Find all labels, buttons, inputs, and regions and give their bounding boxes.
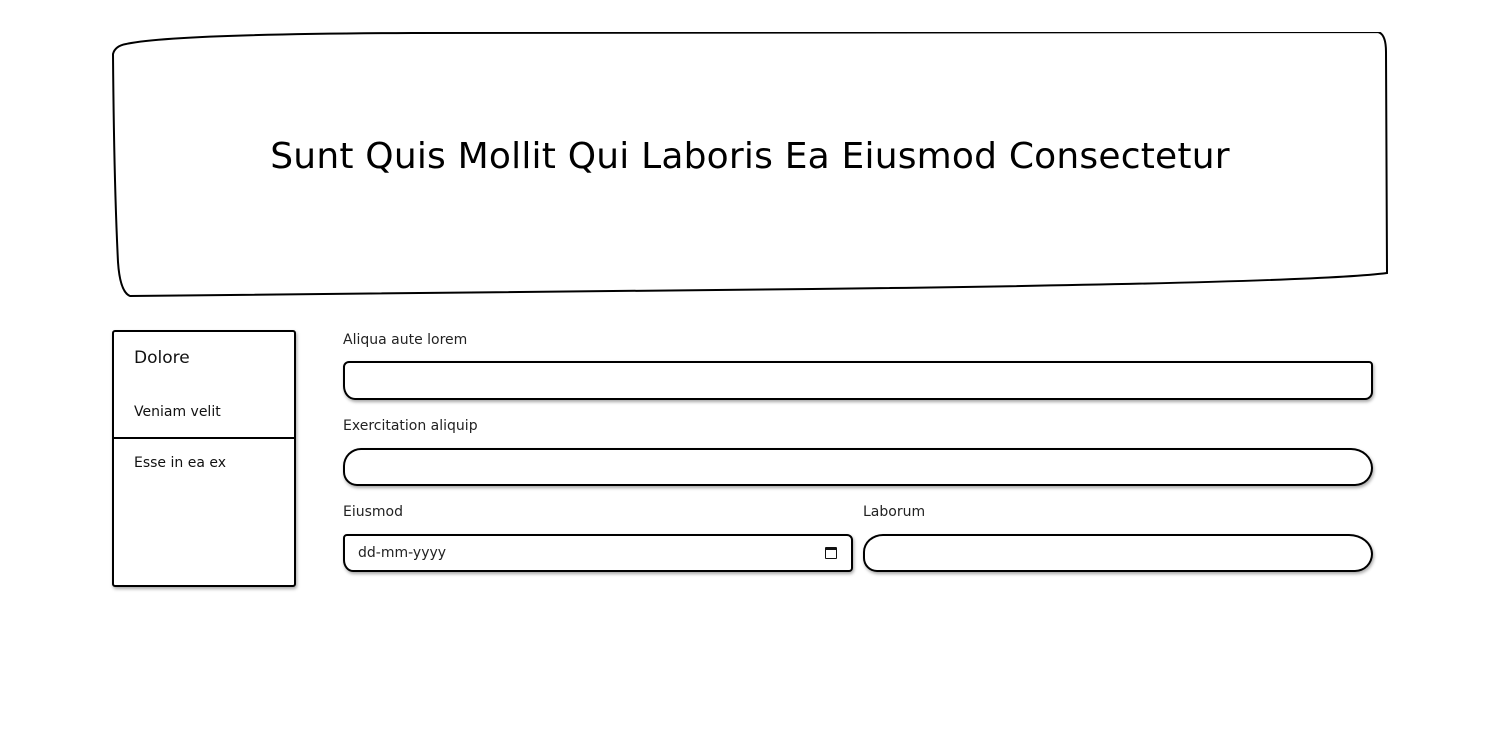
aliqua-aute-lorem-input[interactable] <box>345 363 1371 398</box>
sidebar-item-esse-in-ea-ex[interactable]: Esse in ea ex <box>134 455 226 471</box>
aliqua-aute-lorem-label: Aliqua aute lorem <box>343 332 468 348</box>
laborum-field[interactable] <box>863 534 1373 572</box>
eiusmod-label: Eiusmod <box>343 504 403 520</box>
calendar-icon[interactable] <box>825 547 837 559</box>
header-banner: Sunt Quis Mollit Qui Laboris Ea Eiusmod … <box>112 32 1388 297</box>
exercitation-aliquip-input[interactable] <box>345 450 1371 484</box>
date-placeholder: dd-mm-yyyy <box>358 545 447 561</box>
sidebar-item-veniam-velit[interactable]: Veniam velit <box>134 404 221 420</box>
eiusmod-date-field[interactable]: dd-mm-yyyy <box>343 534 853 572</box>
sidebar: Dolore Veniam velit Esse in ea ex <box>112 330 296 587</box>
page-title: Sunt Quis Mollit Qui Laboris Ea Eiusmod … <box>270 136 1230 177</box>
exercitation-aliquip-label: Exercitation aliquip <box>343 418 478 434</box>
sidebar-heading: Dolore <box>134 348 190 368</box>
sidebar-divider <box>114 437 294 439</box>
exercitation-aliquip-field[interactable] <box>343 448 1373 486</box>
page: Sunt Quis Mollit Qui Laboris Ea Eiusmod … <box>0 0 1500 752</box>
laborum-label: Laborum <box>863 504 926 520</box>
aliqua-aute-lorem-field[interactable] <box>343 361 1373 400</box>
laborum-input[interactable] <box>865 536 1371 570</box>
